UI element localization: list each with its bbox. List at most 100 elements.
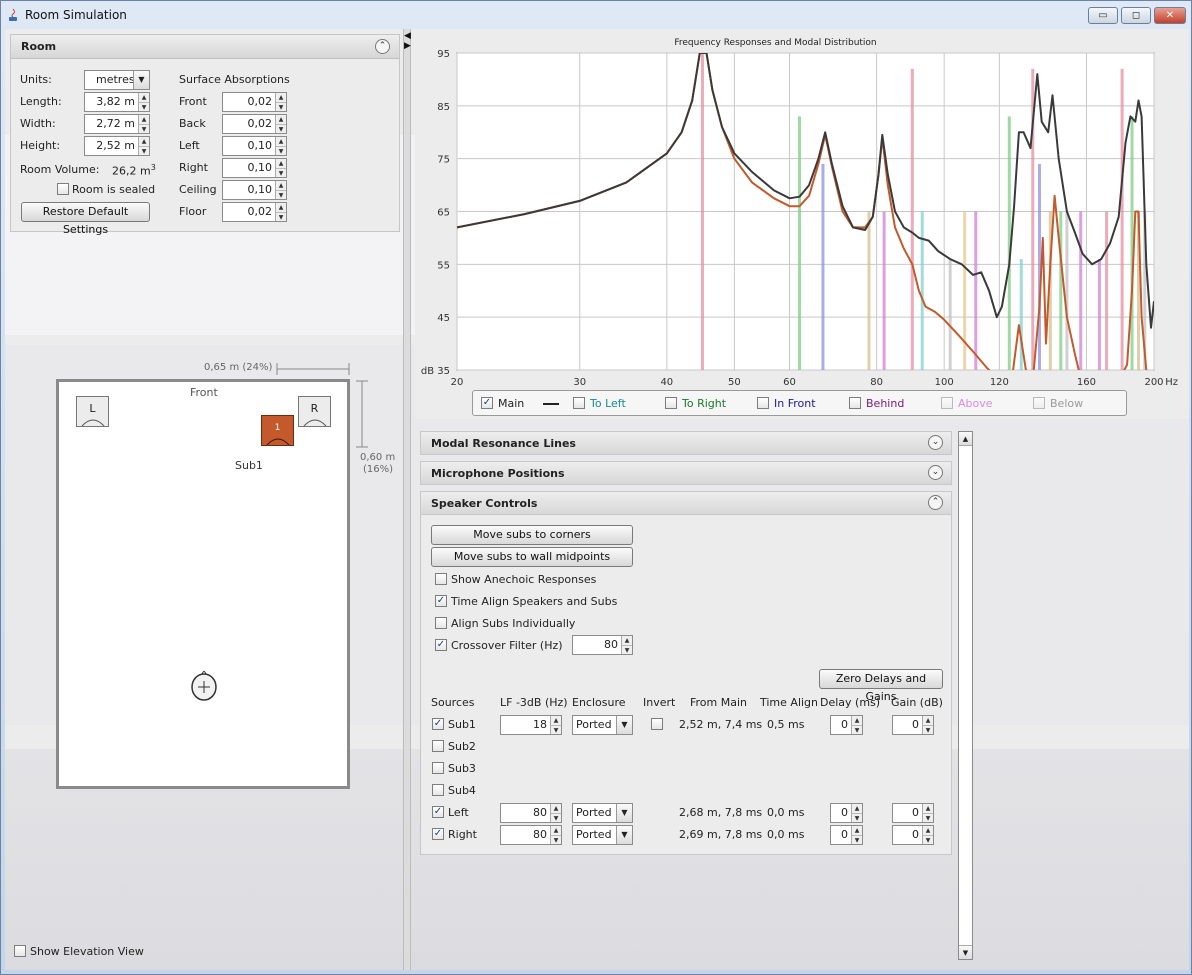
collapse-down-icon[interactable]: ⌄: [928, 435, 943, 450]
source-name: Sub1: [448, 718, 476, 731]
lf-field[interactable]: 80 ▲ ▼: [500, 803, 562, 823]
column-header: Invert: [643, 696, 676, 709]
anechoic-checkbox[interactable]: [435, 573, 447, 585]
minimize-button[interactable]: ▭: [1088, 7, 1118, 24]
length-field[interactable]: 3,82 m ▲ ▼: [84, 92, 150, 112]
microphone-positions-header[interactable]: Microphone Positions: [420, 461, 952, 485]
legend-checkbox-above[interactable]: [941, 397, 953, 409]
listener-icon[interactable]: [189, 669, 219, 703]
source-checkbox[interactable]: ✓: [432, 806, 444, 818]
sub1-marker[interactable]: 1: [261, 415, 294, 446]
room-sealed-label: Room is sealed: [72, 183, 156, 196]
source-checkbox[interactable]: [432, 740, 444, 752]
vertical-scrollbar[interactable]: ▲ ▼: [958, 431, 973, 960]
absorption-field-ceiling[interactable]: 0,10 ▲ ▼: [222, 180, 287, 200]
title-bar: Room Simulation ▭ ◻ ✕: [1, 1, 1191, 29]
collapse-up-icon[interactable]: ⌃: [928, 495, 943, 510]
speaker-left[interactable]: L: [76, 396, 109, 427]
units-label: Units:: [20, 73, 52, 86]
show-elevation-checkbox[interactable]: [14, 945, 26, 957]
enclosure-select[interactable]: Ported ▼: [572, 825, 633, 845]
scroll-up-icon[interactable]: ▲: [959, 432, 972, 446]
height-field[interactable]: 2,52 m ▲ ▼: [84, 136, 150, 156]
lf-field[interactable]: 18 ▲ ▼: [500, 715, 562, 735]
legend-checkbox-behind[interactable]: [849, 397, 861, 409]
zero-delays-gains-button[interactable]: Zero Delays and Gains: [819, 669, 943, 703]
chevron-down-icon[interactable]: ▼: [616, 826, 632, 844]
gain-field[interactable]: 0 ▲ ▼: [892, 803, 934, 823]
absorption-field-right[interactable]: 0,10 ▲ ▼: [222, 158, 287, 178]
absorption-field-floor[interactable]: 0,02 ▲ ▼: [222, 202, 287, 222]
legend-checkbox-below[interactable]: [1033, 397, 1045, 409]
absorption-field-left[interactable]: 0,10 ▲ ▼: [222, 136, 287, 156]
room-plan[interactable]: Front L R 1 Sub1: [56, 379, 350, 789]
maximize-button[interactable]: ◻: [1121, 7, 1151, 24]
gain-field[interactable]: 0 ▲ ▼: [892, 825, 934, 845]
sub1-label: Sub1: [235, 459, 263, 472]
absorption-field-front[interactable]: 0,02 ▲ ▼: [222, 92, 287, 112]
delay-field[interactable]: 0 ▲ ▼: [830, 715, 863, 735]
delay-field[interactable]: 0 ▲ ▼: [830, 825, 863, 845]
legend-label-behind: Behind: [866, 397, 905, 410]
crossover-checkbox[interactable]: ✓: [435, 639, 447, 651]
chevron-down-icon[interactable]: ▼: [133, 71, 149, 89]
x-tick-label: 120: [990, 377, 1009, 388]
units-select[interactable]: metres ▼: [84, 70, 150, 90]
anechoic-label: Show Anechoic Responses: [451, 573, 597, 586]
absorption-field-back[interactable]: 0,02 ▲ ▼: [222, 114, 287, 134]
x-tick-label: 50: [728, 377, 741, 388]
legend-checkbox-to-right[interactable]: [665, 397, 677, 409]
chevron-down-icon[interactable]: ▼: [616, 804, 632, 822]
modal-line: [1059, 211, 1063, 370]
speaker-controls-header[interactable]: Speaker Controls: [420, 491, 952, 515]
legend-checkbox-main[interactable]: ✓: [481, 397, 493, 409]
y-tick-label: 95: [437, 49, 450, 60]
source-checkbox[interactable]: ✓: [432, 828, 444, 840]
source-checkbox[interactable]: ✓: [432, 718, 444, 730]
absorption-label-back: Back: [179, 117, 206, 130]
show-elevation-label: Show Elevation View: [30, 945, 144, 958]
source-checkbox[interactable]: [432, 762, 444, 774]
scroll-down-icon[interactable]: ▼: [959, 945, 972, 959]
enclosure-select[interactable]: Ported ▼: [572, 803, 633, 823]
source-name: Left: [448, 806, 469, 819]
room-simulation-window: Room Simulation ▭ ◻ ✕ Room ⌃ Units: metr…: [0, 0, 1192, 975]
legend-checkbox-to-left[interactable]: [573, 397, 585, 409]
column-header: From Main: [690, 696, 748, 709]
dim-y-label-1: 0,60 m: [360, 452, 396, 463]
crossover-frequency-field[interactable]: 80 ▲ ▼: [572, 635, 633, 655]
invert-checkbox[interactable]: [651, 718, 663, 730]
align-individually-checkbox[interactable]: [435, 617, 447, 629]
split-pane-divider[interactable]: ◀ ▶: [403, 29, 411, 970]
close-button[interactable]: ✕: [1154, 7, 1186, 24]
x-tick-label: 40: [660, 377, 673, 388]
modal-line: [1105, 211, 1109, 370]
absorption-label-left: Left: [179, 139, 200, 152]
x-tick-label: 100: [935, 377, 954, 388]
time-align-checkbox[interactable]: ✓: [435, 595, 447, 607]
width-label: Width:: [20, 117, 56, 130]
delay-field[interactable]: 0 ▲ ▼: [830, 803, 863, 823]
x-tick-label: 200: [1144, 377, 1163, 388]
room-sealed-checkbox[interactable]: [57, 183, 69, 195]
source-checkbox[interactable]: [432, 784, 444, 796]
speaker-right[interactable]: R: [298, 396, 331, 427]
move-subs-corners-button[interactable]: Move subs to corners: [431, 525, 633, 545]
lf-field[interactable]: 80 ▲ ▼: [500, 825, 562, 845]
legend-label-in-front: In Front: [774, 397, 816, 410]
gain-field[interactable]: 0 ▲ ▼: [892, 715, 934, 735]
legend-checkbox-in-front[interactable]: [757, 397, 769, 409]
modal-resonance-header[interactable]: Modal Resonance Lines: [420, 431, 952, 455]
align-individually-label: Align Subs Individually: [451, 617, 576, 630]
frequency-response-chart[interactable]: Frequency Responses and Modal Distributi…: [415, 33, 1189, 393]
width-field[interactable]: 2,72 m ▲ ▼: [84, 114, 150, 134]
enclosure-select[interactable]: Ported ▼: [572, 715, 633, 735]
move-subs-midpoints-button[interactable]: Move subs to wall midpoints: [431, 547, 633, 567]
absorption-label-ceiling: Ceiling: [179, 183, 217, 196]
restore-defaults-button[interactable]: Restore Default Settings: [21, 202, 150, 236]
collapse-up-icon[interactable]: ⌃: [375, 39, 390, 54]
room-panel-header[interactable]: Room: [11, 35, 399, 59]
y-tick-label: 55: [437, 260, 450, 271]
collapse-down-icon[interactable]: ⌄: [928, 465, 943, 480]
chevron-down-icon[interactable]: ▼: [616, 716, 632, 734]
